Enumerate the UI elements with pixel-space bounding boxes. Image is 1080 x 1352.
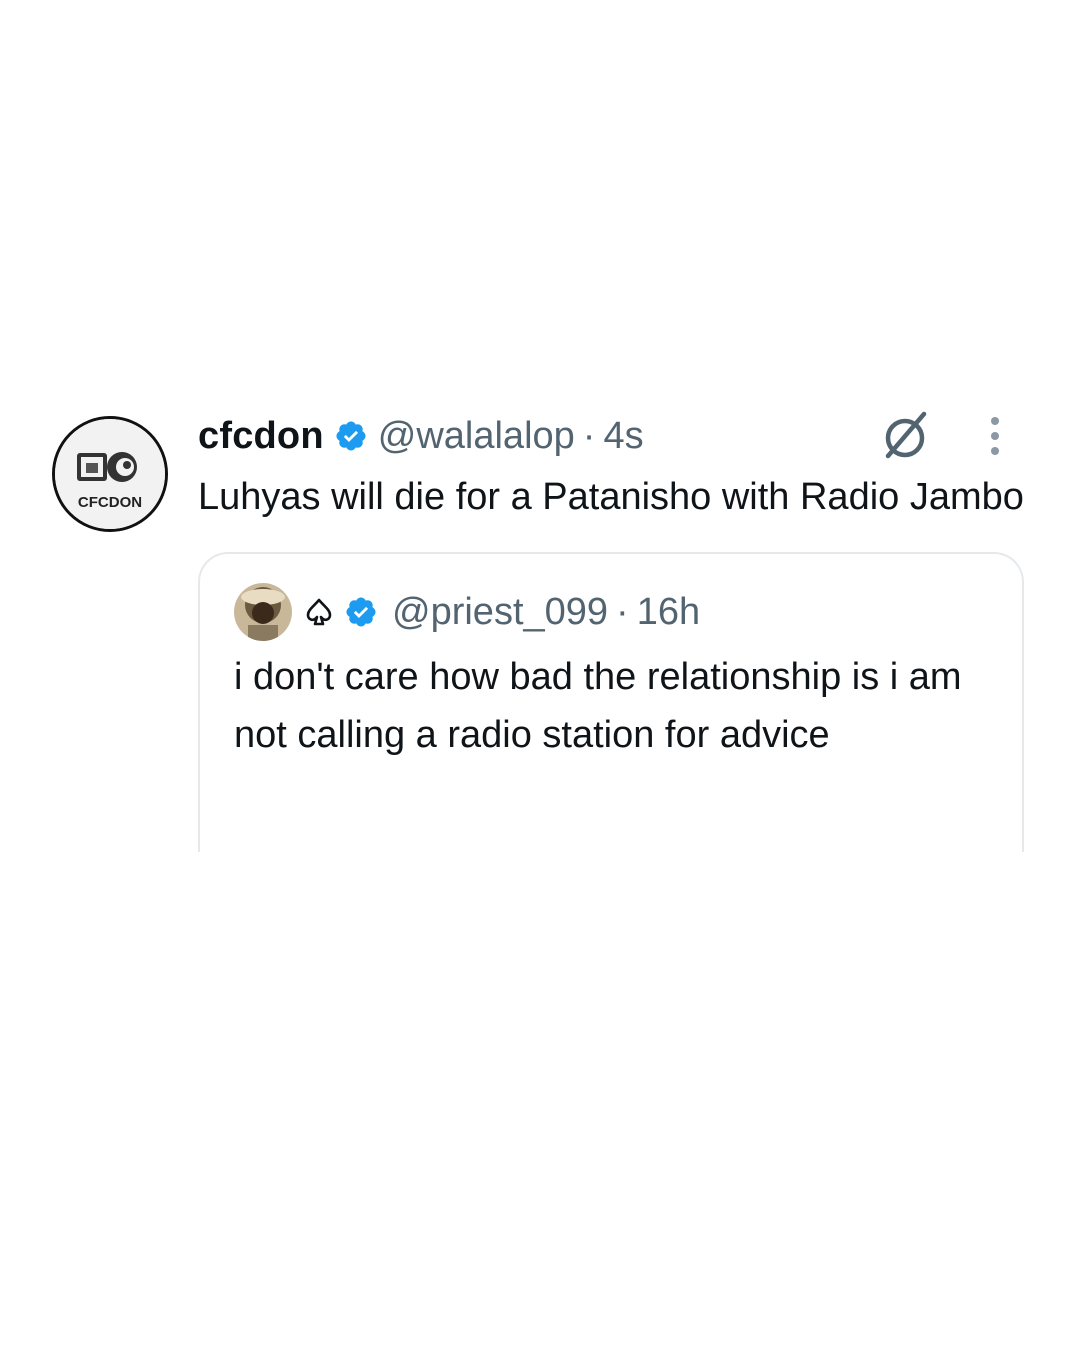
avatar-logo-text: CFCDON [78,494,142,511]
author-handle[interactable]: @walalalop [378,415,575,458]
grok-icon[interactable] [878,408,934,464]
cfcdon-logo: CFCDON [55,419,165,529]
quoted-tweet-timestamp[interactable]: 16h [637,591,700,634]
tweet-body: cfcdon @walalalop · 4s Luhyas will die f… [198,408,1024,852]
quoted-tweet-header: @priest_099 · 16h [234,582,988,642]
quoted-tweet-text: i don't care how bad the relationship is… [234,656,962,756]
tweet-text: Luhyas will die for a Patanisho with Rad… [198,476,1024,518]
quoted-tweet[interactable]: @priest_099 · 16h i don't care how bad t… [198,552,1024,852]
tweet-timestamp[interactable]: 4s [603,415,643,458]
more-options-icon[interactable] [988,416,1002,456]
quoted-author-handle[interactable]: @priest_099 [392,591,608,634]
author-display-name[interactable]: cfcdon [198,415,324,458]
tweet-header: cfcdon @walalalop · 4s [198,408,1024,464]
quoted-verified-badge-icon[interactable] [344,595,378,629]
author-avatar[interactable]: CFCDON [52,416,168,532]
quoted-header-separator: · [616,590,629,633]
spade-icon [304,597,334,627]
quoted-author-avatar[interactable] [234,583,292,641]
verified-badge-icon[interactable] [334,419,368,453]
header-separator: · [582,414,596,457]
